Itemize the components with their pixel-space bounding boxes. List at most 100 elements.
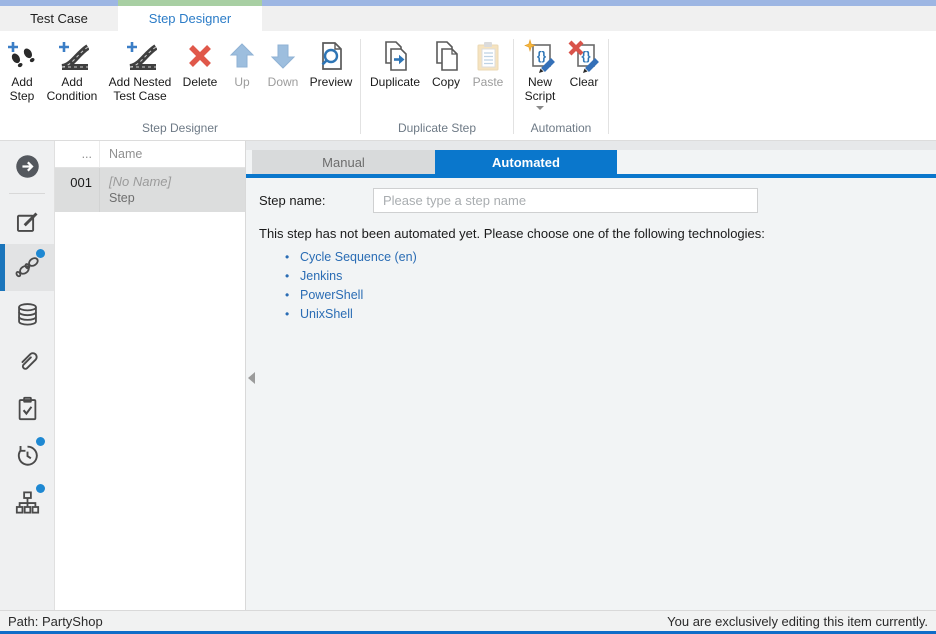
strip-segment-blue	[262, 0, 936, 6]
bullet-icon: •	[285, 250, 300, 264]
add-nested-test-case-label: Add Nested Test Case	[103, 75, 177, 103]
script-new-icon: {}	[523, 39, 557, 73]
dropdown-arrow-icon[interactable]	[536, 106, 544, 110]
preview-button[interactable]: Preview	[305, 39, 357, 89]
sidebar-item-attachments[interactable]	[0, 338, 54, 385]
technology-link-powershell[interactable]: PowerShell	[300, 288, 363, 302]
delete-button[interactable]: Delete	[177, 39, 223, 89]
notification-badge	[36, 249, 45, 258]
copy-documents-icon	[429, 39, 463, 73]
sidebar-item-navigate[interactable]	[0, 141, 54, 191]
paste-label: Paste	[473, 75, 504, 89]
ribbon-group-label: Step Designer	[0, 121, 360, 140]
left-sidebar	[0, 141, 55, 610]
content-tab-padding	[246, 141, 936, 150]
svg-text:{}: {}	[581, 49, 591, 63]
ribbon-group-label: Duplicate Step	[361, 121, 513, 140]
column-header-number[interactable]: ...	[55, 141, 100, 167]
automation-message: This step has not been automated yet. Pl…	[259, 226, 936, 241]
footsteps-icon	[14, 254, 41, 281]
status-bar: Path: PartyShop You are exclusively edit…	[0, 610, 936, 631]
arrow-up-icon	[225, 39, 259, 73]
add-nested-test-case-button[interactable]: Add Nested Test Case	[103, 39, 177, 103]
sidebar-item-edit[interactable]	[0, 200, 54, 244]
copy-button[interactable]: Copy	[426, 39, 466, 89]
clear-script-button[interactable]: {} Clear	[563, 39, 605, 89]
accent-underline	[246, 174, 936, 178]
list-item: • Cycle Sequence (en)	[285, 250, 936, 264]
step-name-label: Step name:	[259, 193, 373, 208]
notification-badge	[36, 437, 45, 446]
sidebar-item-hierarchy[interactable]	[0, 479, 54, 526]
clipboard-paste-icon	[471, 39, 505, 73]
content-pane: Manual Automated Step name: This step ha…	[246, 141, 936, 610]
add-condition-label: Add Condition	[41, 75, 103, 103]
list-item: • Jenkins	[285, 269, 936, 283]
arrow-down-icon	[266, 39, 300, 73]
svg-text:{}: {}	[537, 49, 547, 63]
ribbon-separator	[608, 39, 609, 134]
arrow-circle-icon	[14, 153, 41, 180]
sidebar-item-steps[interactable]	[0, 244, 54, 291]
technology-link-jenkins[interactable]: Jenkins	[300, 269, 342, 283]
technology-list: • Cycle Sequence (en) • Jenkins • PowerS…	[285, 250, 936, 326]
add-step-label: Add Step	[3, 75, 41, 103]
history-icon	[14, 442, 41, 469]
window-tab-row: Test Case Step Designer	[0, 6, 936, 31]
status-edit-message: You are exclusively editing this item cu…	[667, 614, 928, 629]
clipboard-check-icon	[14, 395, 41, 422]
magnifier-document-icon	[314, 39, 348, 73]
step-name-input[interactable]	[373, 188, 758, 213]
ribbon-group-duplicate-step: Duplicate Copy	[361, 31, 513, 140]
column-header-name[interactable]: Name	[100, 141, 245, 167]
paperclip-icon	[14, 348, 41, 375]
red-x-icon	[183, 39, 217, 73]
tab-manual[interactable]: Manual	[252, 150, 435, 174]
duplicate-button[interactable]: Duplicate	[364, 39, 426, 89]
database-icon	[14, 301, 41, 328]
tab-automated[interactable]: Automated	[435, 150, 617, 174]
clear-script-label: Clear	[570, 75, 599, 89]
step-type-label: Step	[109, 191, 245, 205]
step-number: 001	[55, 168, 100, 212]
list-item: • PowerShell	[285, 288, 936, 302]
main-area: ... Name 001 [No Name] Step Manual Autom…	[0, 141, 936, 610]
add-step-button[interactable]: Add Step	[3, 39, 41, 103]
tab-test-case[interactable]: Test Case	[0, 6, 118, 31]
collapse-panel-arrow-icon[interactable]	[248, 372, 255, 384]
preview-label: Preview	[310, 75, 353, 89]
new-script-button[interactable]: {} New Script	[517, 39, 563, 110]
step-list: ... Name 001 [No Name] Step	[55, 141, 246, 610]
up-button: Up	[223, 39, 261, 89]
sidebar-item-checklist[interactable]	[0, 385, 54, 432]
sidebar-item-data[interactable]	[0, 291, 54, 338]
technology-link-unixshell[interactable]: UnixShell	[300, 307, 353, 321]
script-clear-icon: {}	[567, 39, 601, 73]
edit-icon	[14, 209, 41, 236]
content-tab-row: Manual Automated	[246, 150, 936, 174]
sidebar-item-history[interactable]	[0, 432, 54, 479]
step-name-placeholder-text: [No Name]	[109, 174, 245, 189]
bullet-icon: •	[285, 307, 300, 321]
duplicate-document-icon	[378, 39, 412, 73]
technology-link-cycle-sequence[interactable]: Cycle Sequence (en)	[300, 250, 417, 264]
status-path: Path: PartyShop	[8, 614, 103, 629]
bullet-icon: •	[285, 269, 300, 283]
duplicate-label: Duplicate	[370, 75, 420, 89]
delete-label: Delete	[183, 75, 218, 89]
ribbon-group-step-designer: Add Step Add Condition	[0, 31, 360, 140]
up-label: Up	[234, 75, 249, 89]
branch-plus-icon	[123, 39, 157, 73]
footsteps-plus-icon	[5, 39, 39, 73]
notification-badge	[36, 484, 45, 493]
add-condition-button[interactable]: Add Condition	[41, 39, 103, 103]
ribbon-group-automation: {} New Script {}	[514, 31, 608, 140]
hierarchy-icon	[14, 489, 41, 516]
copy-label: Copy	[432, 75, 460, 89]
ribbon: Add Step Add Condition	[0, 31, 936, 141]
tab-step-designer[interactable]: Step Designer	[118, 6, 262, 31]
bullet-icon: •	[285, 288, 300, 302]
new-script-label: New Script	[517, 75, 563, 103]
step-row-selected[interactable]: 001 [No Name] Step	[55, 168, 245, 212]
down-label: Down	[268, 75, 299, 89]
